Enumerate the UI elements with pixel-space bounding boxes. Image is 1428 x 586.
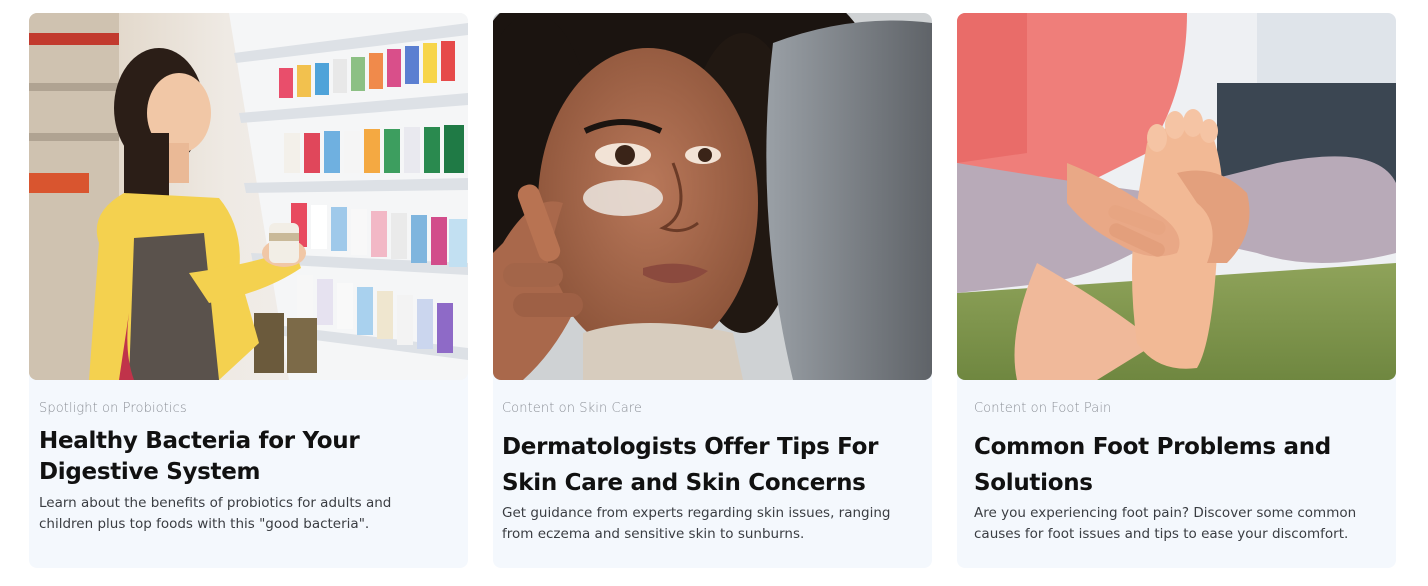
probiotics-photo-illustration <box>29 13 468 380</box>
foot-pain-photo[interactable] <box>957 13 1396 380</box>
article-card-grid: Spotlight on Probiotics Healthy Bacteria… <box>0 0 1428 586</box>
card-description: Get guidance from experts regarding skin… <box>502 505 891 542</box>
card-description: Are you experiencing foot pain? Discover… <box>974 505 1357 542</box>
skin-care-photo-illustration <box>493 13 932 380</box>
card-description: Learn about the benefits of probiotics f… <box>39 495 392 532</box>
article-card-probiotics[interactable]: Spotlight on Probiotics Healthy Bacteria… <box>29 13 468 568</box>
card-title[interactable]: Dermatologists Offer Tips For Skin Care … <box>502 429 922 501</box>
card-title[interactable]: Common Foot Problems and Solutions <box>974 429 1384 501</box>
article-card-skin-care[interactable]: Content on Skin Care Dermatologists Offe… <box>493 13 932 568</box>
card-eyebrow: Content on Skin Care <box>502 401 643 416</box>
probiotics-photo[interactable] <box>29 13 468 380</box>
card-eyebrow: Content on Foot Pain <box>974 401 1112 416</box>
foot-pain-photo-illustration <box>957 13 1396 380</box>
card-eyebrow: Spotlight on Probiotics <box>39 401 187 416</box>
card-title[interactable]: Healthy Bacteria for Your Digestive Syst… <box>39 426 439 488</box>
skin-care-photo[interactable] <box>493 13 932 380</box>
article-card-foot-pain[interactable]: Content on Foot Pain Common Foot Problem… <box>957 13 1396 568</box>
